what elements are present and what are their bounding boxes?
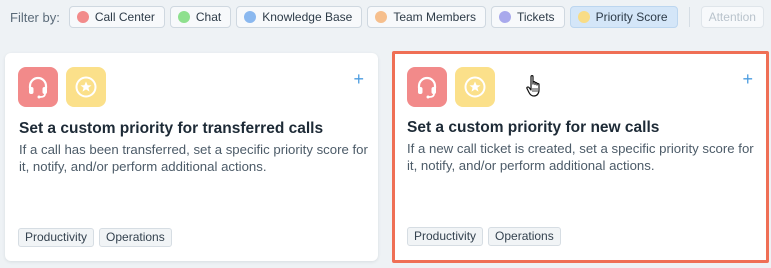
- chip-label: Call Center: [94, 10, 155, 24]
- chip-label: Tickets: [517, 10, 555, 24]
- recipe-card-transferred-calls[interactable]: + Set a custom priority for transferred …: [5, 53, 378, 261]
- chip-label: Priority Score: [595, 10, 668, 24]
- filter-bar: Filter by: Call Center Chat Knowledge Ba…: [10, 6, 769, 28]
- add-icon[interactable]: +: [742, 70, 753, 88]
- chip-label: Knowledge Base: [262, 10, 353, 24]
- star-icon: [455, 67, 495, 107]
- star-icon: [66, 67, 106, 107]
- filter-chip-chat[interactable]: Chat: [169, 6, 232, 28]
- filter-divider: [688, 7, 690, 27]
- filter-chip-priority-score[interactable]: Priority Score: [569, 6, 678, 28]
- filter-chip-tickets[interactable]: Tickets: [491, 6, 565, 28]
- tag-operations: Operations: [99, 228, 172, 247]
- card-title: Set a custom priority for new calls: [407, 119, 660, 136]
- tag-productivity: Productivity: [407, 227, 484, 246]
- hand-cursor-icon: [526, 75, 540, 97]
- card-tags: Productivity Operations: [407, 227, 566, 246]
- card-description: If a call has been transferred, set a sp…: [19, 142, 368, 174]
- chip-label: Team Members: [393, 10, 476, 24]
- team-members-color-dot: [375, 11, 388, 23]
- filter-chip-knowledge-base[interactable]: Knowledge Base: [236, 6, 363, 28]
- filter-chip-attention[interactable]: Attention: [700, 6, 764, 28]
- card-title: Set a custom priority for transferred ca…: [19, 120, 324, 137]
- headset-icon: [18, 67, 58, 107]
- filter-label: Filter by:: [10, 9, 60, 25]
- tickets-color-dot: [499, 11, 511, 23]
- chat-color-dot: [177, 11, 190, 23]
- filter-chip-call-center[interactable]: Call Center: [68, 6, 165, 28]
- add-icon[interactable]: +: [353, 70, 364, 88]
- chip-label: Attention: [708, 10, 756, 24]
- chip-label: Chat: [195, 10, 222, 24]
- card-tags: Productivity Operations: [18, 228, 177, 247]
- knowledge-base-color-dot: [244, 11, 257, 23]
- filter-chip-team-members[interactable]: Team Members: [367, 6, 486, 28]
- tag-operations: Operations: [488, 227, 561, 246]
- headset-icon: [407, 67, 447, 107]
- tag-productivity: Productivity: [18, 228, 95, 247]
- call-center-color-dot: [76, 11, 89, 23]
- card-icons: [407, 67, 503, 107]
- recipe-card-new-calls[interactable]: + Set a custom priority for new calls If…: [392, 51, 769, 263]
- card-description: If a new call ticket is created, set a s…: [407, 141, 754, 173]
- card-icons: [18, 67, 114, 107]
- priority-score-color-dot: [577, 11, 590, 23]
